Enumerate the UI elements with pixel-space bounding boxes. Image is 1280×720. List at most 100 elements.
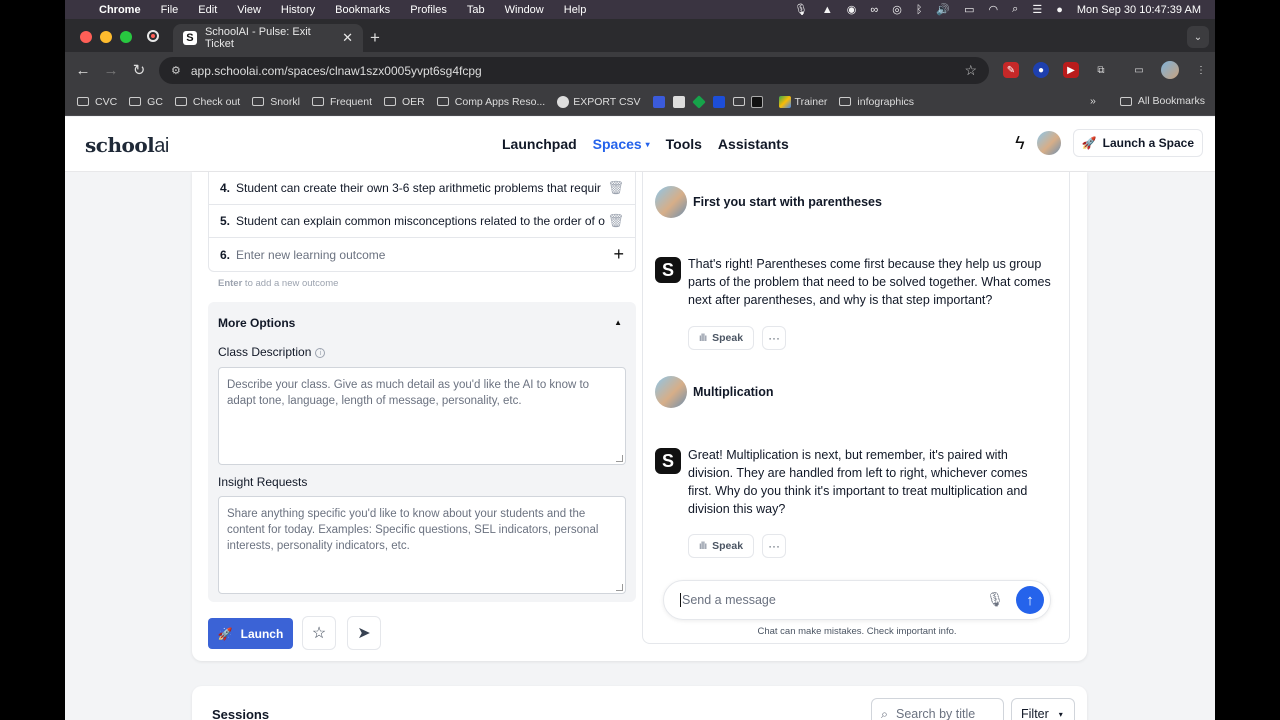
- bookmark-folder-snorkl[interactable]: Snorkl: [252, 96, 300, 108]
- tab-search-button[interactable]: ⌄: [1187, 26, 1209, 48]
- send-share-button[interactable]: ➤: [347, 616, 381, 650]
- bookmark-blue-icon[interactable]: [712, 95, 725, 108]
- user-avatar[interactable]: [1036, 131, 1061, 155]
- siri-icon[interactable]: ●: [1056, 4, 1063, 16]
- bookmark-trainer[interactable]: Trainer: [778, 95, 827, 108]
- launch-button[interactable]: 🚀 Launch: [208, 618, 293, 649]
- add-outcome-plus-icon[interactable]: +: [613, 244, 624, 265]
- bookmark-folder-gc[interactable]: GC: [129, 96, 163, 108]
- reload-button[interactable]: ↻: [125, 61, 153, 79]
- bookmark-folder-comp-apps[interactable]: Comp Apps Reso...: [436, 96, 545, 108]
- outcome-text[interactable]: Student can create their own 3-6 step ar…: [236, 181, 606, 195]
- favorite-star-button[interactable]: ☆: [302, 616, 336, 650]
- close-window-button[interactable]: [80, 31, 92, 43]
- microphone-icon[interactable]: 🎙: [986, 591, 1004, 608]
- bookmark-export-csv[interactable]: EXPORT CSV: [557, 95, 641, 108]
- bookmark-folder-cvc[interactable]: CVC: [77, 96, 117, 108]
- bookmark-folder-oer[interactable]: OER: [384, 96, 425, 108]
- trash-icon[interactable]: 🗑: [607, 180, 624, 196]
- menu-app-name[interactable]: Chrome: [99, 4, 141, 16]
- forward-button[interactable]: →: [97, 62, 125, 79]
- insight-requests-textarea[interactable]: Share anything specific you'd like to kn…: [218, 496, 626, 594]
- chat-composer-input[interactable]: Send a message 🎙 ↑: [663, 580, 1051, 620]
- more-options-button[interactable]: ···: [762, 326, 787, 350]
- menu-history[interactable]: History: [281, 4, 315, 16]
- menu-bookmarks[interactable]: Bookmarks: [335, 4, 390, 16]
- bookmark-icons-group[interactable]: [652, 94, 767, 109]
- filter-dropdown[interactable]: Filter ▾: [1011, 698, 1075, 720]
- wifi-icon[interactable]: ◠: [989, 3, 999, 16]
- bookmark-c-icon[interactable]: [652, 95, 665, 108]
- bookmark-folder-frequent[interactable]: Frequent: [311, 96, 372, 108]
- sessions-search-input[interactable]: ⌕ Search by title: [871, 698, 1004, 720]
- address-bar[interactable]: ⚙ app.schoolai.com/spaces/clnaw1szx0005y…: [159, 57, 989, 84]
- menu-file[interactable]: File: [161, 4, 179, 16]
- info-icon[interactable]: i: [315, 348, 326, 358]
- chrome-status-icon[interactable]: ◉: [847, 3, 857, 16]
- extension-screencast-icon[interactable]: ▶: [1063, 62, 1079, 78]
- folder-icon[interactable]: [732, 97, 745, 106]
- microphone-status-icon[interactable]: 🎙: [794, 3, 808, 16]
- schoolai-favicon-icon: S: [183, 31, 197, 45]
- menubar-clock[interactable]: Mon Sep 30 10:47:39 AM: [1077, 4, 1201, 16]
- resize-grip-icon[interactable]: [616, 584, 623, 591]
- class-description-textarea[interactable]: Describe your class. Give as much detail…: [218, 367, 626, 465]
- learning-outcome-row[interactable]: 4. Student can create their own 3-6 step…: [209, 172, 635, 205]
- all-bookmarks-link[interactable]: All Bookmarks: [1138, 95, 1205, 107]
- nav-assistants[interactable]: Assistants: [718, 136, 789, 152]
- bookmark-green-icon[interactable]: [691, 94, 706, 109]
- more-options-button[interactable]: ···: [762, 534, 787, 558]
- site-info-icon[interactable]: ⚙: [171, 64, 181, 77]
- schoolai-logo[interactable]: schoolai: [85, 133, 169, 158]
- send-message-button[interactable]: ↑: [1016, 586, 1044, 614]
- chrome-menu-icon[interactable]: ⋮: [1193, 62, 1209, 78]
- minimize-window-button[interactable]: [100, 31, 112, 43]
- nav-tools[interactable]: Tools: [666, 136, 702, 152]
- extension-red-icon[interactable]: ✎: [1003, 62, 1019, 78]
- new-outcome-input[interactable]: Enter new learning outcome: [236, 248, 606, 262]
- screen-capture-icon[interactable]: ▲: [822, 4, 833, 16]
- menu-view[interactable]: View: [237, 4, 261, 16]
- bluetooth-icon[interactable]: ᛒ: [916, 4, 923, 16]
- battery-icon[interactable]: ▭: [964, 3, 974, 16]
- menu-help[interactable]: Help: [564, 4, 587, 16]
- glasses-icon[interactable]: ∞: [870, 4, 878, 16]
- menu-profiles[interactable]: Profiles: [410, 4, 447, 16]
- bookmark-star-icon[interactable]: ☆: [964, 62, 977, 79]
- profile-avatar[interactable]: [1161, 61, 1179, 79]
- close-tab-icon[interactable]: ✕: [342, 30, 353, 46]
- menu-edit[interactable]: Edit: [198, 4, 217, 16]
- bookmark-folder-check-out[interactable]: Check out: [174, 96, 240, 108]
- launch-a-space-button[interactable]: 🚀 Launch a Space: [1072, 129, 1203, 157]
- maximize-window-button[interactable]: [120, 31, 132, 43]
- browser-tab-active[interactable]: S SchoolAI - Pulse: Exit Ticket ✕: [173, 24, 363, 52]
- resize-grip-icon[interactable]: [616, 455, 623, 462]
- outcome-text[interactable]: Student can explain common misconception…: [236, 214, 606, 228]
- cast-icon[interactable]: ▭: [1131, 62, 1147, 78]
- control-center-icon[interactable]: ☰: [1032, 3, 1042, 16]
- extensions-puzzle-icon[interactable]: ⧉: [1093, 62, 1109, 78]
- speak-button[interactable]: ıllı Speak: [688, 326, 755, 350]
- learning-outcome-row[interactable]: 5. Student can explain common misconcept…: [209, 205, 635, 238]
- trash-icon[interactable]: 🗑: [607, 213, 624, 229]
- spotlight-search-icon[interactable]: ⌕: [1012, 3, 1018, 16]
- back-button[interactable]: ←: [69, 62, 97, 79]
- bookmark-folder-infographics[interactable]: infographics: [839, 96, 914, 108]
- lightning-icon[interactable]: ϟ: [1015, 133, 1025, 154]
- extension-blue-icon[interactable]: ●: [1033, 62, 1049, 78]
- volume-icon[interactable]: 🔊: [936, 3, 950, 16]
- menu-window[interactable]: Window: [505, 4, 544, 16]
- chevron-double-right-icon[interactable]: »: [1090, 95, 1096, 107]
- more-options-toggle[interactable]: More Options: [218, 316, 295, 330]
- menu-tab[interactable]: Tab: [467, 4, 485, 16]
- caret-up-icon[interactable]: ▲: [614, 318, 622, 327]
- recording-icon[interactable]: [147, 30, 159, 42]
- nav-spaces[interactable]: Spaces ▾: [593, 136, 650, 152]
- nav-launchpad[interactable]: Launchpad: [502, 136, 577, 152]
- new-outcome-row[interactable]: 6. Enter new learning outcome +: [209, 238, 635, 271]
- bookmark-dark-icon[interactable]: [750, 95, 763, 108]
- speak-button[interactable]: ıllı Speak: [688, 534, 755, 558]
- bookmark-doc-icon[interactable]: [672, 95, 685, 108]
- new-tab-button[interactable]: +: [370, 28, 380, 48]
- podcast-icon[interactable]: ◎: [892, 3, 902, 16]
